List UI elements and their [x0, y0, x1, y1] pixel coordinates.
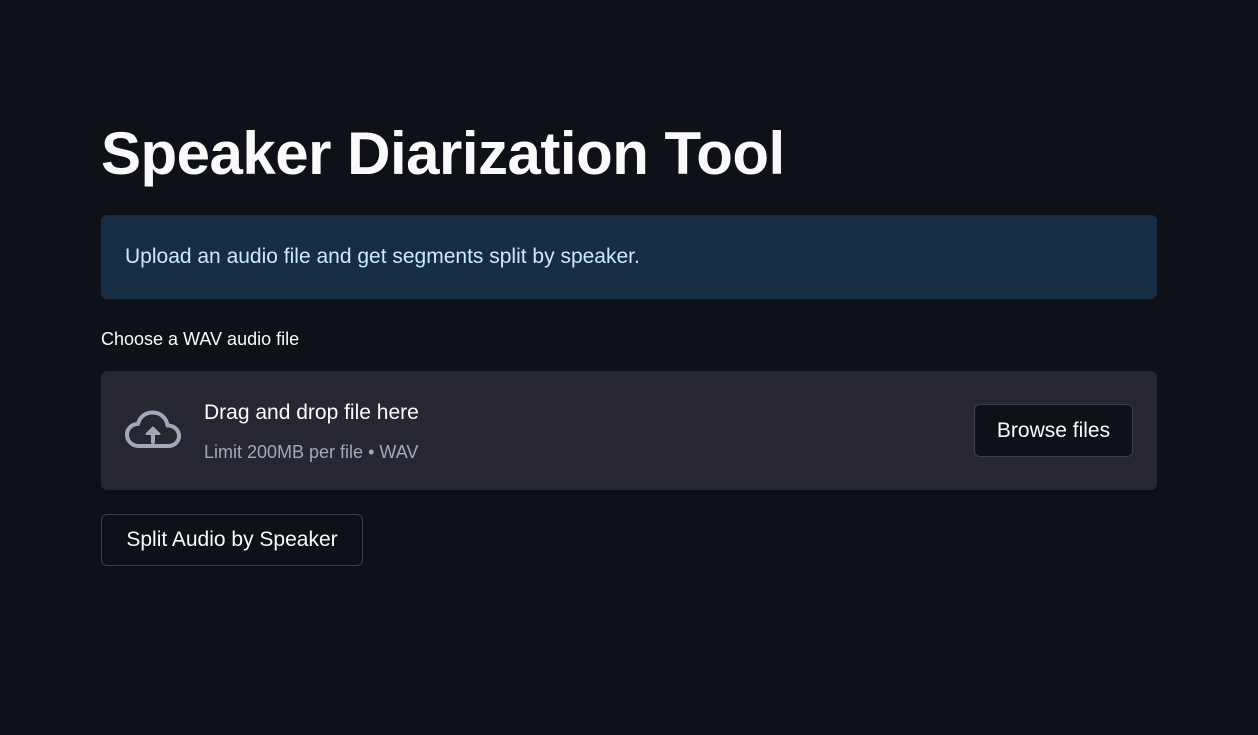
- info-alert-text: Upload an audio file and get segments sp…: [125, 245, 640, 268]
- file-dropzone[interactable]: Drag and drop file here Limit 200MB per …: [101, 371, 1157, 490]
- browse-files-button[interactable]: Browse files: [974, 404, 1133, 457]
- file-uploader-label: Choose a WAV audio file: [101, 329, 300, 349]
- split-audio-button[interactable]: Split Audio by Speaker: [101, 514, 363, 566]
- dropzone-title: Drag and drop file here: [204, 401, 419, 424]
- cloud-upload-icon: [124, 409, 182, 451]
- page-title: Speaker Diarization Tool: [101, 120, 785, 187]
- info-alert: Upload an audio file and get segments sp…: [101, 215, 1157, 299]
- dropzone-limit-text: Limit 200MB per file • WAV: [204, 442, 419, 462]
